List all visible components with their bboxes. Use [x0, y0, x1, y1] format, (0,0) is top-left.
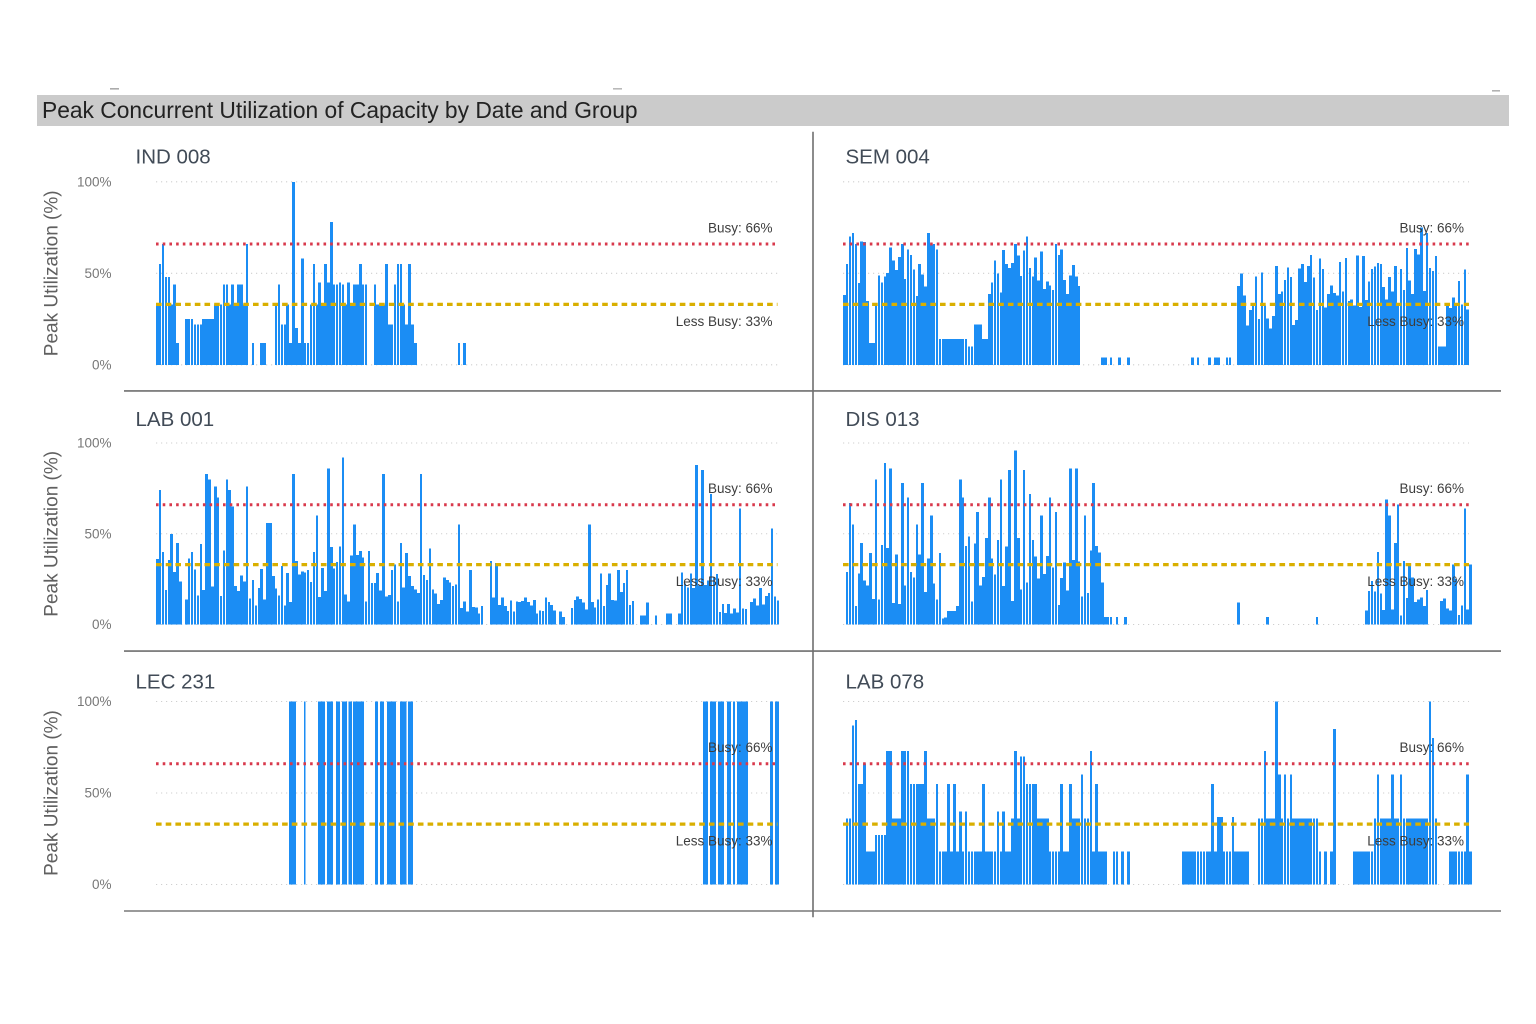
svg-text:100%: 100%: [77, 175, 112, 190]
svg-text:0%: 0%: [92, 358, 112, 373]
svg-text:IND 008: IND 008: [136, 146, 211, 169]
svg-text:50%: 50%: [84, 266, 111, 281]
svg-text:Peak Utilization (%): Peak Utilization (%): [42, 710, 63, 876]
svg-text:0%: 0%: [92, 877, 112, 892]
svg-text:Peak Utilization (%): Peak Utilization (%): [42, 190, 63, 356]
svg-text:Less Busy: 33%: Less Busy: 33%: [676, 834, 773, 849]
svg-text:Less Busy: 33%: Less Busy: 33%: [1367, 574, 1464, 589]
svg-text:SEM 004: SEM 004: [846, 146, 930, 169]
svg-text:Busy: 66%: Busy: 66%: [708, 740, 773, 755]
svg-text:Less Busy: 33%: Less Busy: 33%: [676, 314, 773, 329]
svg-text:Less Busy: 33%: Less Busy: 33%: [1367, 314, 1464, 329]
svg-text:Less Busy: 33%: Less Busy: 33%: [676, 574, 773, 589]
svg-text:0%: 0%: [92, 617, 112, 632]
svg-text:LAB 001: LAB 001: [136, 408, 215, 431]
svg-text:50%: 50%: [84, 527, 111, 542]
svg-text:100%: 100%: [77, 694, 112, 709]
svg-text:Busy: 66%: Busy: 66%: [1399, 221, 1464, 236]
svg-text:Busy: 66%: Busy: 66%: [708, 481, 773, 496]
svg-text:DIS 013: DIS 013: [846, 408, 920, 431]
svg-text:LEC 231: LEC 231: [136, 670, 216, 693]
svg-text:Busy: 66%: Busy: 66%: [708, 221, 773, 236]
svg-text:Busy: 66%: Busy: 66%: [1399, 740, 1464, 755]
svg-text:Less Busy: 33%: Less Busy: 33%: [1367, 834, 1464, 849]
svg-text:50%: 50%: [84, 786, 111, 801]
svg-text:100%: 100%: [77, 436, 112, 451]
svg-text:Busy: 66%: Busy: 66%: [1399, 481, 1464, 496]
svg-text:Peak Utilization (%): Peak Utilization (%): [42, 451, 63, 617]
svg-text:LAB 078: LAB 078: [846, 670, 925, 693]
